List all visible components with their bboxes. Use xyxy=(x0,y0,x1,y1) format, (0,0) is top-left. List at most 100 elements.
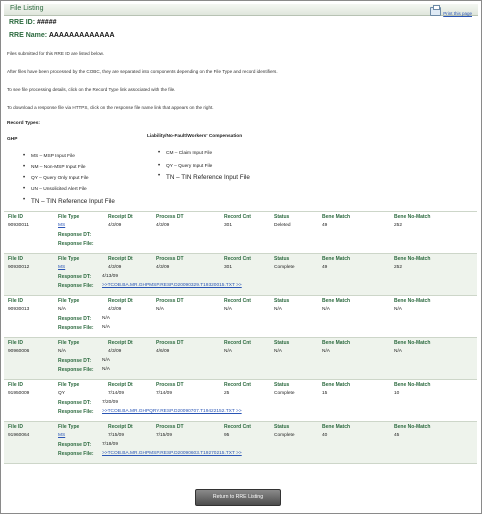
process-dt: N/A xyxy=(156,307,164,312)
col-record-cnt: Record Cnt xyxy=(224,340,251,346)
col-status: Status xyxy=(274,256,290,262)
intro-text: After files have been processed by the C… xyxy=(7,69,278,74)
list-item: TN – TIN Reference Input File xyxy=(158,173,250,185)
bene-no-match: N/A xyxy=(394,307,402,312)
file-id: 91960064 xyxy=(8,433,30,438)
response-dt-label: Response DT: xyxy=(58,232,92,238)
rre-name-line: RRE Name: AAAAAAAAAAAAA xyxy=(9,32,115,39)
response-dt: 4/13/09 xyxy=(102,274,119,279)
file-record: File ID File Type Receipt Dt Process DT … xyxy=(4,211,477,253)
response-dt-label: Response DT: xyxy=(58,358,92,364)
return-to-rre-listing-button[interactable]: Return to RRE Listing xyxy=(195,489,281,506)
col-receipt-dt: Receipt Dt xyxy=(108,256,133,262)
list-item: CM – Claim Input File xyxy=(158,150,250,162)
status: Complete xyxy=(274,265,295,270)
response-file-label: Response File: xyxy=(58,325,94,331)
rre-id-value: ##### xyxy=(37,19,57,26)
record-types-heading: Record Types: xyxy=(7,121,40,126)
col-bene-match: Bene Match xyxy=(322,424,351,430)
col-status: Status xyxy=(274,340,290,346)
status: Complete xyxy=(274,391,295,396)
file-type-link[interactable]: MS xyxy=(58,433,65,438)
record-cnt: 301 xyxy=(224,265,233,270)
response-file-link[interactable]: >>TCOB.BA.MR.GHPQRY.RESP.D20090707.T1942… xyxy=(102,409,242,414)
record-cnt: 25 xyxy=(224,391,230,396)
col-file-id: File ID xyxy=(8,424,24,430)
file-record: File ID File Type Receipt Dt Process DT … xyxy=(4,295,477,337)
col-status: Status xyxy=(274,424,290,430)
bene-match: 15 xyxy=(322,391,328,396)
col-file-type: File Type xyxy=(58,214,80,220)
receipt-dt: 4/3/09 xyxy=(108,307,122,312)
list-item: NM – Non-MSP Input File xyxy=(23,164,115,176)
col-process-dt: Process DT xyxy=(156,298,184,304)
response-dt-label: Response DT: xyxy=(58,274,92,280)
record-cnt: N/A xyxy=(224,307,232,312)
col-bene-match: Bene Match xyxy=(322,298,351,304)
col-bene-no-match: Bene No-Match xyxy=(394,382,431,388)
response-dt: N/A xyxy=(102,358,110,363)
file-record: File ID File Type Receipt Dt Process DT … xyxy=(4,253,477,295)
print-link[interactable]: Print this page xyxy=(443,11,472,16)
ghp-record-types-list: MS – MSP Input File NM – Non-MSP Input F… xyxy=(23,153,115,209)
record-cnt: 95 xyxy=(224,433,230,438)
bene-no-match: 45 xyxy=(394,433,400,438)
file-list: File ID File Type Receipt Dt Process DT … xyxy=(4,211,477,463)
file-id: 90930012 xyxy=(8,265,30,270)
response-dt-label: Response DT: xyxy=(58,400,92,406)
col-bene-no-match: Bene No-Match xyxy=(394,214,431,220)
file-id: 90930013 xyxy=(8,307,30,312)
response-file: N/A xyxy=(102,367,110,372)
col-status: Status xyxy=(274,298,290,304)
col-file-id: File ID xyxy=(8,298,24,304)
receipt-dt: 4/3/09 xyxy=(108,223,122,228)
list-item: MS – MSP Input File xyxy=(23,153,115,165)
col-process-dt: Process DT xyxy=(156,256,184,262)
col-bene-no-match: Bene No-Match xyxy=(394,340,431,346)
response-file-label: Response File: xyxy=(58,241,94,247)
printer-icon[interactable] xyxy=(430,4,442,16)
response-file-label: Response File: xyxy=(58,367,94,373)
print-control[interactable]: Print this page xyxy=(430,4,472,16)
bene-no-match: 252 xyxy=(394,265,403,270)
file-record: File ID File Type Receipt Dt Process DT … xyxy=(4,421,477,463)
list-item: QY – Query Only Input File xyxy=(23,175,115,187)
file-type: QY xyxy=(58,391,65,396)
status: N/A xyxy=(274,307,282,312)
file-record: File ID File Type Receipt Dt Process DT … xyxy=(4,337,477,379)
response-dt: 7/20/09 xyxy=(102,400,119,405)
col-file-id: File ID xyxy=(8,256,24,262)
response-file-link[interactable]: >>TCOB.BA.MR.GHPMSP.RESP.D20090603.T1927… xyxy=(102,451,242,456)
liability-record-types-list: CM – Claim Input File QY – Query Input F… xyxy=(158,150,250,185)
col-file-type: File Type xyxy=(58,382,80,388)
file-type-link[interactable]: MS xyxy=(58,265,65,270)
receipt-dt: 7/15/09 xyxy=(108,433,125,438)
bene-match: N/A xyxy=(322,307,330,312)
divider xyxy=(4,463,477,464)
response-dt-label: Response DT: xyxy=(58,316,92,322)
page-title: File Listing xyxy=(10,5,44,12)
bene-no-match: N/A xyxy=(394,349,402,354)
record-cnt: 301 xyxy=(224,223,233,228)
bene-match: 49 xyxy=(322,223,328,228)
file-type-link[interactable]: MS xyxy=(58,223,65,228)
status: N/A xyxy=(274,349,282,354)
rre-name-label: RRE Name: xyxy=(9,32,48,39)
col-file-type: File Type xyxy=(58,298,80,304)
col-process-dt: Process DT xyxy=(156,424,184,430)
rre-id-label: RRE ID: xyxy=(9,19,36,26)
status: Complete xyxy=(274,433,295,438)
response-file-link[interactable]: >>TCOB.BA.MR.GHPMSP.RESP.D20090329.T1932… xyxy=(102,283,242,288)
col-bene-match: Bene Match xyxy=(322,340,351,346)
response-dt: N/A xyxy=(102,316,110,321)
col-file-type: File Type xyxy=(58,340,80,346)
bene-no-match: 252 xyxy=(394,223,403,228)
bene-no-match: 10 xyxy=(394,391,400,396)
col-status: Status xyxy=(274,382,290,388)
col-record-cnt: Record Cnt xyxy=(224,298,251,304)
process-dt: 4/6/09 xyxy=(156,349,170,354)
col-bene-no-match: Bene No-Match xyxy=(394,298,431,304)
status: Deleted xyxy=(274,223,291,228)
bene-match: 49 xyxy=(322,265,328,270)
intro-text: Files submitted for this RRE ID are list… xyxy=(7,51,105,56)
